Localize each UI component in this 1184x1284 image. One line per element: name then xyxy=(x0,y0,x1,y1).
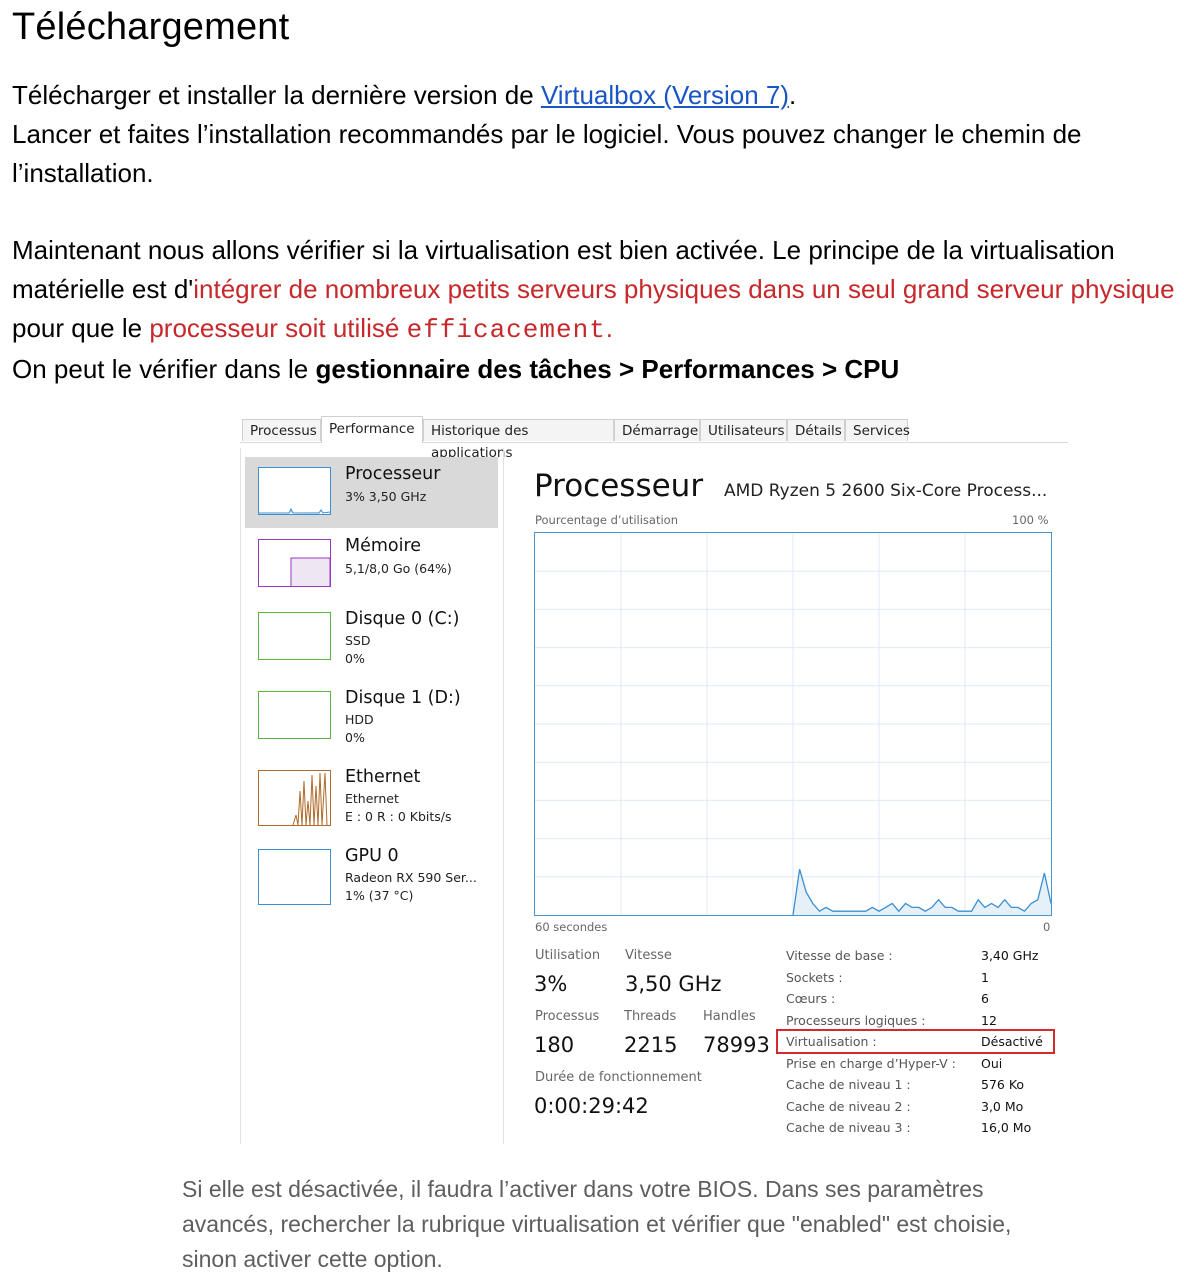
cpu-usage-graph xyxy=(534,532,1052,916)
detail-key: Cœurs : xyxy=(786,991,836,1006)
tab-historique[interactable]: Historique des applications xyxy=(423,419,614,461)
detail-key: Cache de niveau 2 : xyxy=(786,1099,911,1114)
handles-label: Handles xyxy=(703,1009,756,1024)
detail-value: 3,40 GHz xyxy=(981,948,1039,963)
tab-utilisateurs[interactable]: Utilisateurs xyxy=(700,419,787,441)
utilisation-value: 3% xyxy=(534,972,568,996)
detail-key: Cache de niveau 3 : xyxy=(786,1120,911,1135)
detail-key: Processeurs logiques : xyxy=(786,1013,926,1028)
resource-detail-2: 0% xyxy=(345,651,365,666)
virt-highlight-1: intégrer de nombreux petits serveurs phy… xyxy=(193,274,1175,304)
resource-name: Ethernet xyxy=(345,767,421,787)
check-text: On peut le vérifier dans le xyxy=(12,354,316,384)
install-text: Lancer et faites l’installation recomman… xyxy=(12,119,1082,188)
cpu-usage-area xyxy=(793,869,1051,915)
resource-processeur[interactable]: Processeur 3% 3,50 GHz xyxy=(245,457,498,528)
cpu-title: Processeur xyxy=(534,468,704,504)
tab-processus[interactable]: Processus xyxy=(242,419,321,441)
task-manager-screenshot: Processus Performance Historique des app… xyxy=(240,412,1070,1144)
check-path: gestionnaire des tâches > Performances >… xyxy=(315,354,900,384)
detail-key: Cache de niveau 1 : xyxy=(786,1077,911,1092)
handles-value: 78993 xyxy=(703,1033,770,1057)
resource-ethernet[interactable]: Ethernet Ethernet E : 0 R : 0 Kbits/s xyxy=(245,760,498,831)
disk1-thumbnail xyxy=(258,691,331,739)
tab-services[interactable]: Services xyxy=(845,419,910,441)
graph-max: 100 % xyxy=(1012,513,1049,527)
resource-name: Processeur xyxy=(345,464,441,484)
detail-value: 576 Ko xyxy=(981,1077,1025,1092)
utilisation-label: Utilisation xyxy=(535,948,601,963)
graph-time-label: 60 secondes xyxy=(535,920,608,934)
uptime-value: 0:00:29:42 xyxy=(534,1094,649,1118)
resource-detail: HDD xyxy=(345,712,374,727)
resource-name: Disque 0 (C:) xyxy=(345,609,460,629)
cpu-model: AMD Ryzen 5 2600 Six-Core Process... xyxy=(724,481,1048,501)
virtualisation-highlight-box xyxy=(776,1029,1055,1054)
ethernet-thumbnail xyxy=(258,770,331,826)
gpu-thumbnail xyxy=(258,849,331,905)
resource-detail: Ethernet xyxy=(345,791,399,806)
virtualbox-link[interactable]: Virtualbox (Version 7) xyxy=(541,80,789,110)
vitesse-value: 3,50 GHz xyxy=(625,972,722,996)
resource-name: Mémoire xyxy=(345,536,422,556)
tab-demarrage[interactable]: Démarrage xyxy=(614,419,700,441)
resource-name: GPU 0 xyxy=(345,846,399,866)
detail-value: Oui xyxy=(981,1056,1003,1071)
tab-performance[interactable]: Performance xyxy=(321,416,423,443)
memory-thumbnail xyxy=(258,539,331,587)
vitesse-label: Vitesse xyxy=(625,948,672,963)
detail-key: Sockets : xyxy=(786,970,843,985)
tab-details[interactable]: Détails xyxy=(787,419,845,441)
resource-name: Disque 1 (D:) xyxy=(345,688,461,708)
resource-detail: Radeon RX 590 Ser... xyxy=(345,870,477,885)
disk0-thumbnail xyxy=(258,612,331,660)
tab-bar: Processus Performance Historique des app… xyxy=(240,416,1068,461)
resource-disque-0[interactable]: Disque 0 (C:) SSD 0% xyxy=(245,602,498,673)
cpu-thumbnail xyxy=(258,467,331,515)
intro-paragraph: Télécharger et installer la dernière ver… xyxy=(12,76,1184,193)
virt-highlight-3: . xyxy=(605,313,614,343)
detail-value: 3,0 Mo xyxy=(981,1099,1024,1114)
detail-value: 12 xyxy=(981,1013,997,1028)
threads-label: Threads xyxy=(624,1009,677,1024)
intro-text: Télécharger et installer la dernière ver… xyxy=(12,80,541,110)
bios-note: Si elle est désactivée, il faudra l’acti… xyxy=(182,1176,1012,1272)
resource-detail: 5,1/8,0 Go (64%) xyxy=(345,561,452,576)
processus-label: Processus xyxy=(535,1009,600,1024)
virt-highlight-mono: efficacement xyxy=(406,315,606,345)
page-title: Téléchargement xyxy=(12,6,290,48)
resource-list: Processeur 3% 3,50 GHz Mémoire 5,1/8,0 G… xyxy=(240,448,504,1144)
detail-value: 6 xyxy=(981,991,989,1006)
resource-gpu[interactable]: GPU 0 Radeon RX 590 Ser... 1% (37 °C) xyxy=(245,839,498,910)
graph-min-label: 0 xyxy=(1043,920,1051,934)
detail-key: Vitesse de base : xyxy=(786,948,893,963)
processus-value: 180 xyxy=(534,1033,575,1057)
virtualisation-paragraph: Maintenant nous allons vérifier si la vi… xyxy=(12,231,1184,389)
uptime-label: Durée de fonctionnement xyxy=(535,1070,702,1085)
threads-value: 2215 xyxy=(624,1033,678,1057)
resource-memoire[interactable]: Mémoire 5,1/8,0 Go (64%) xyxy=(245,529,498,600)
detail-key: Prise en charge d’Hyper-V : xyxy=(786,1056,956,1071)
detail-value: 16,0 Mo xyxy=(981,1120,1032,1135)
cpu-usage-chart xyxy=(535,533,1051,915)
virt-highlight-2: processeur soit utilisé xyxy=(149,313,407,343)
graph-label: Pourcentage d’utilisation xyxy=(535,513,679,527)
resource-detail-2: 1% (37 °C) xyxy=(345,888,414,903)
resource-detail-2: E : 0 R : 0 Kbits/s xyxy=(345,809,452,824)
detail-value: 1 xyxy=(981,970,989,985)
resource-detail-2: 0% xyxy=(345,730,365,745)
resource-detail: SSD xyxy=(345,633,371,648)
resource-detail: 3% 3,50 GHz xyxy=(345,489,427,504)
virt-text-2: pour que le xyxy=(12,313,150,343)
resource-disque-1[interactable]: Disque 1 (D:) HDD 0% xyxy=(245,681,498,752)
intro-period: . xyxy=(789,80,797,110)
